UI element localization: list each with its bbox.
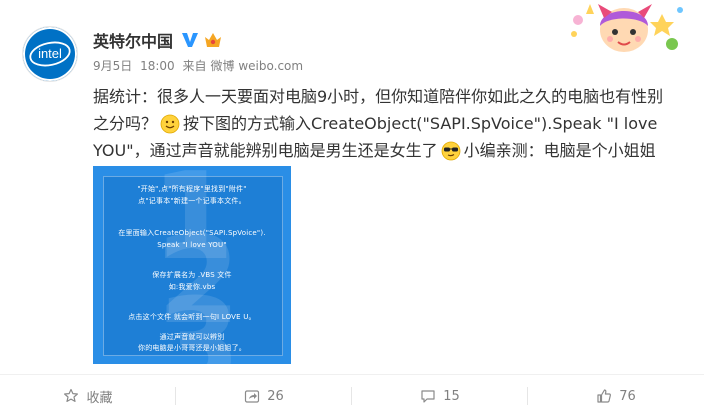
- post-line-3: YOU"，通过声音就能辨别电脑是男生还是女生了 小编亲测：电脑是个小姐姐: [93, 137, 693, 164]
- like-icon: [597, 389, 612, 403]
- post-text-4: YOU"，通过声音就能辨别电脑是男生还是女生了: [93, 141, 438, 160]
- post-time[interactable]: 18:00: [140, 59, 175, 73]
- post-text-3: 按下图的方式输入CreateObject("SAPI.SpVoice").Spe…: [183, 114, 658, 133]
- verified-icon: [182, 33, 199, 47]
- account-name[interactable]: 英特尔中国: [93, 28, 173, 52]
- post-text: 据统计：很多人一天要面对电脑9小时，但你知道陪伴你如此之久的电脑也有性别 之分吗…: [93, 83, 693, 164]
- image-step-5b: 你的电脑是小哥哥还是小姐姐了。: [138, 344, 246, 352]
- like-count: 76: [619, 388, 636, 404]
- image-step-5a: 通过声音就可以辨别: [159, 333, 225, 341]
- cartoon-decoration-icon: [571, 4, 683, 52]
- smile-emoji-icon: [160, 114, 180, 133]
- image-step-4: 点击这个文件 就会听到一句I LOVE U。: [128, 313, 256, 321]
- post-image[interactable]: 1 2 3 "开始",点"所有程序"里找到"附件" 点"记事本"新建一个记事本文…: [93, 166, 291, 364]
- post-text-1: 据统计：很多人一天要面对电脑9小时，但你知道陪伴你如此之久的电脑也有性别: [93, 87, 664, 106]
- avatar[interactable]: intel: [23, 27, 77, 81]
- action-bar: 收藏 26 15 76: [0, 375, 704, 417]
- like-button[interactable]: 76: [528, 375, 704, 417]
- image-step-3a: 保存扩展名为 .VBS 文件: [152, 271, 232, 279]
- account-name-row: 英特尔中国: [93, 28, 223, 52]
- weibo-card: intel 英特尔中国 9月5日 18:00 来自 微博 weibo.com 据…: [0, 0, 704, 417]
- intel-logo-icon: intel: [23, 27, 77, 81]
- source-prefix: 来自: [182, 59, 207, 73]
- comment-count: 15: [443, 388, 460, 404]
- image-step-3b: 如:我爱你.vbs: [168, 283, 216, 291]
- avatar-text: intel: [38, 46, 62, 61]
- post-line-1: 据统计：很多人一天要面对电脑9小时，但你知道陪伴你如此之久的电脑也有性别: [93, 83, 693, 110]
- favorite-label: 收藏: [86, 390, 113, 406]
- share-button[interactable]: 26: [176, 375, 352, 417]
- star-icon: [64, 388, 79, 402]
- image-step-1b: 点"记事本"新建一个记事本文件。: [138, 197, 246, 205]
- comment-icon: [421, 390, 435, 403]
- favorite-button[interactable]: 收藏: [0, 375, 176, 417]
- post-meta: 9月5日 18:00 来自 微博 weibo.com: [93, 57, 307, 74]
- post-line-2: 之分吗？ 按下图的方式输入CreateObject("SAPI.SpVoice"…: [93, 110, 693, 137]
- share-icon: [245, 390, 260, 403]
- image-step-2a: 在里面输入CreateObject("SAPI.SpVoice").: [118, 229, 266, 237]
- image-step-2b: Speak "I love YOU": [157, 241, 227, 249]
- image-step-1a: "开始",点"所有程序"里找到"附件": [137, 185, 247, 193]
- post-text-2: 之分吗？: [93, 114, 158, 133]
- cool-emoji-icon: [441, 141, 460, 160]
- post-date[interactable]: 9月5日: [93, 59, 132, 73]
- member-icon[interactable]: [203, 31, 223, 49]
- post-text-5: 小编亲测：电脑是个小姐姐: [463, 141, 656, 160]
- share-count: 26: [267, 388, 284, 404]
- post-source[interactable]: 微博 weibo.com: [211, 59, 304, 73]
- comment-button[interactable]: 15: [352, 375, 528, 417]
